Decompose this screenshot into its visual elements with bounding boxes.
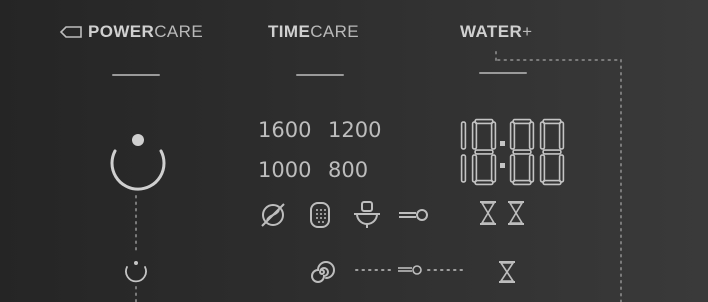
powercare-bold: POWER [88, 22, 155, 41]
tag-icon [59, 26, 82, 38]
spin-speed-1000[interactable]: 1000 [258, 158, 311, 182]
hourglass-icon [508, 201, 524, 225]
spin-speed-1600[interactable]: 1600 [258, 118, 311, 142]
option-timecare[interactable]: TIMECARE [268, 22, 359, 46]
display-digit [539, 118, 565, 186]
timecare-light: CARE [310, 22, 360, 41]
water-plus-indicator [479, 72, 527, 74]
powercare-indicator [112, 74, 160, 76]
small-power-icon[interactable] [122, 258, 150, 283]
power-icon[interactable] [106, 130, 170, 194]
washer-control-panel: POWERCARE TIMECARE WATER+ 1600 1200 1000… [0, 0, 708, 302]
time-display [460, 118, 565, 186]
prewash-basin-icon[interactable] [352, 200, 382, 230]
child-lock-key-icon[interactable] [396, 206, 430, 224]
display-colon-dot [500, 163, 505, 168]
water-light: + [522, 22, 533, 41]
option-powercare[interactable]: POWERCARE [59, 22, 204, 46]
no-spin-icon[interactable] [258, 200, 288, 230]
spin-speed-1200[interactable]: 1200 [328, 118, 381, 142]
water-bold: WATER [460, 22, 523, 41]
child-lock-dotted-icon [355, 265, 463, 275]
display-colon-dot [500, 141, 505, 146]
timecare-bold: TIME [268, 22, 311, 41]
display-digit [471, 118, 497, 186]
option-water-plus[interactable]: WATER+ [460, 22, 532, 46]
hourglass-icon [480, 201, 496, 225]
display-digit [460, 121, 467, 183]
spiral-icon[interactable] [308, 258, 336, 286]
drum-icon[interactable] [308, 200, 332, 230]
timecare-indicator [296, 74, 344, 76]
powercare-light: CARE [154, 22, 204, 41]
hourglass-icon [499, 261, 515, 283]
display-digit [509, 118, 535, 186]
spin-speed-800[interactable]: 800 [328, 158, 368, 182]
